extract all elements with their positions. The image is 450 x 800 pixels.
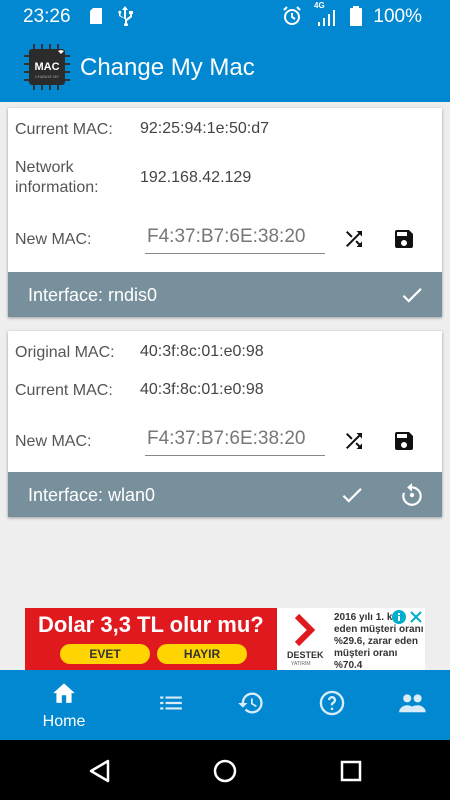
nav-history[interactable] — [226, 670, 276, 740]
new-mac-label: New MAC: — [15, 231, 92, 248]
original-mac-label: Original MAC: — [15, 344, 115, 361]
shuffle-icon[interactable] — [339, 224, 369, 254]
nav-people[interactable] — [388, 670, 438, 740]
network-info-value: 192.168.42.129 — [140, 169, 252, 186]
ad-banner[interactable]: Dolar 3,3 TL olur mu? EVET HAYIR DESTEK … — [25, 608, 425, 670]
nav-help[interactable] — [307, 670, 357, 740]
ad-info-icon[interactable] — [391, 609, 407, 625]
interface-label: Interface: wlan0 — [28, 485, 156, 505]
usb-icon — [116, 6, 134, 31]
status-time: 23:26 — [23, 6, 71, 27]
ad-yes-button[interactable]: EVET — [60, 644, 150, 664]
sd-card-icon — [90, 8, 102, 29]
new-mac-input[interactable] — [145, 426, 325, 456]
current-mac-label: Current MAC: — [15, 121, 113, 138]
app-bar: MAC CHANGE MY Change My Mac — [0, 32, 450, 102]
check-icon[interactable] — [337, 480, 367, 510]
battery-icon — [350, 6, 362, 31]
nav-list[interactable] — [146, 670, 196, 740]
current-mac-label: Current MAC: — [15, 382, 113, 399]
ad-no-button[interactable]: HAYIR — [157, 644, 247, 664]
interface-card-wlan0: Original MAC: 40:3f:8c:01:e0:98 Current … — [8, 331, 442, 517]
bottom-navigation: Home — [0, 670, 450, 740]
people-icon — [398, 691, 428, 720]
save-icon[interactable] — [389, 224, 419, 254]
home-circle-icon[interactable] — [212, 758, 238, 784]
interface-bar-wlan0: Interface: wlan0 — [8, 472, 442, 517]
current-mac-value: 40:3f:8c:01:e0:98 — [140, 381, 264, 398]
nav-home-label: Home — [42, 712, 86, 730]
app-title: Change My Mac — [80, 54, 255, 81]
system-navigation-bar — [0, 740, 450, 800]
new-mac-label: New MAC: — [15, 433, 92, 450]
alarm-icon — [282, 6, 302, 31]
battery-percent: 100% — [373, 6, 422, 27]
ad-headline: Dolar 3,3 TL olur mu? — [38, 612, 264, 637]
logo-text: MAC — [34, 61, 59, 73]
current-mac-value: 92:25:94:1e:50:d7 — [140, 120, 270, 137]
save-icon[interactable] — [389, 426, 419, 456]
interface-bar-rndis0: Interface: rndis0 — [8, 272, 442, 317]
interface-label: Interface: rndis0 — [28, 285, 158, 305]
list-icon — [158, 692, 184, 719]
original-mac-value: 40:3f:8c:01:e0:98 — [140, 343, 264, 360]
status-bar: 23:26 4G 100% — [0, 0, 450, 32]
ad-brand-sub: YATIRIM — [291, 661, 311, 667]
signal-icon — [316, 8, 336, 31]
help-icon — [318, 689, 346, 722]
back-icon[interactable] — [87, 758, 113, 784]
shuffle-icon[interactable] — [339, 426, 369, 456]
home-icon — [51, 680, 77, 709]
recents-icon[interactable] — [338, 758, 364, 784]
ad-close-icon[interactable] — [408, 609, 424, 625]
check-icon[interactable] — [397, 280, 427, 310]
app-logo-icon: MAC CHANGE MY — [20, 40, 74, 94]
ad-brand-logo-icon — [294, 613, 319, 651]
network-info-label: Network information: — [15, 159, 99, 196]
ad-brand: DESTEK — [287, 650, 324, 660]
logo-subtext: CHANGE MY — [35, 74, 60, 79]
history-icon — [237, 689, 265, 722]
nav-home[interactable]: Home — [24, 670, 104, 740]
restore-icon[interactable] — [397, 480, 427, 510]
interface-card-rndis0: Current MAC: 92:25:94:1e:50:d7 Network i… — [8, 108, 442, 317]
new-mac-input[interactable] — [145, 224, 325, 254]
